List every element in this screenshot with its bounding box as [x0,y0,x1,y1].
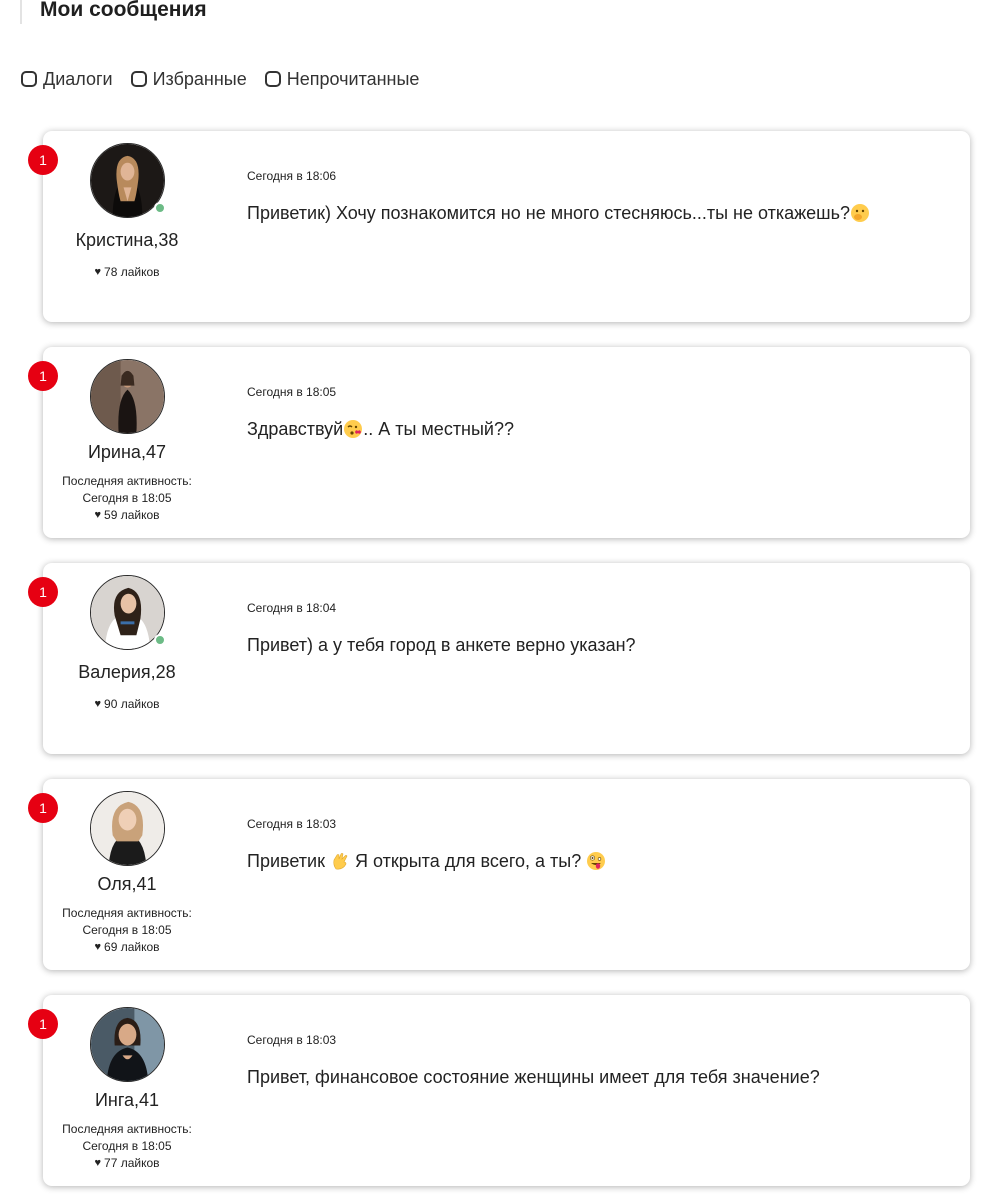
message-timestamp: Сегодня в 18:05 [247,385,337,399]
message-text: Приветик) Хочу познакомится но не много … [247,203,850,223]
message-preview: Приветик) Хочу познакомится но не много … [247,203,870,224]
heart-icon: ♥ [94,941,102,953]
unread-checkbox[interactable] [264,71,281,87]
filter-label: Диалоги [43,68,113,89]
sender-profile: Инга,41 Последняя активность: Сегодня в … [43,995,211,1172]
message-timestamp: Сегодня в 18:03 [247,1033,337,1047]
likes-count: ♥ 90 лайков [43,696,211,713]
likes-count: ♥ 78 лайков [43,264,211,281]
message-text: Здравствуй [247,419,344,439]
message-preview: Привет, финансовое состояние женщины име… [247,1067,820,1088]
filter-unread[interactable]: Непрочитанные [264,68,420,90]
sender-name-age[interactable]: Кристина,38 [43,230,211,251]
sender-name: Кристина [75,230,154,250]
page-title: Мои сообщения [40,0,207,21]
sender-name-age[interactable]: Оля,41 [43,874,211,895]
favorites-checkbox[interactable] [130,71,147,87]
sender-age: 41 [136,874,157,894]
conversation-card[interactable]: 1 Оля,41 Последняя активность: Сегодня в… [28,779,970,970]
message-preview: Привет) а у тебя город в анкете верно ук… [247,635,636,656]
message-timestamp: Сегодня в 18:06 [247,169,337,183]
last-activity-label: Последняя активность: [62,906,192,920]
likes-label: 78 лайков [104,265,160,279]
filter-label: Непрочитанные [286,68,420,89]
sender-name-age[interactable]: Валерия,28 [43,662,211,683]
likes-count: ♥ 77 лайков [43,1155,211,1172]
sender-age: 38 [158,230,179,250]
dialogs-checkbox[interactable] [21,71,37,87]
likes-count: ♥ 59 лайков [43,507,211,524]
conversation-card[interactable]: 1 Ирина,47 Последняя активность: Сегодня… [28,347,970,538]
sender-age: 47 [145,442,166,462]
last-activity-time: Сегодня в 18:05 [82,923,172,937]
face-blowing-kiss-icon [344,420,363,438]
waving-hand-icon [333,853,348,870]
likes-label: 90 лайков [104,697,160,711]
likes-label: 59 лайков [104,508,160,522]
last-activity-time: Сегодня в 18:05 [82,1139,172,1153]
avatar[interactable] [89,359,165,434]
zany-face-icon [587,852,606,870]
sender-profile: Валерия,28 ♥ 90 лайков [43,563,211,713]
face-with-hand-over-mouth-icon [851,204,869,222]
last-activity: Последняя активность: Сегодня в 18:05 [43,905,211,939]
likes-label: 69 лайков [104,940,160,954]
sender-name: Ирина [87,442,141,462]
message-text: Я открыта для всего, а ты? [354,851,582,871]
sender-name-age[interactable]: Инга,41 [43,1090,211,1111]
message-text: Привет, финансовое состояние женщины име… [247,1067,820,1087]
avatar-photo [90,144,164,217]
message-text: Привет) а у тебя город в анкете верно ук… [247,635,636,655]
heart-icon: ♥ [94,266,102,278]
sender-name: Инга [94,1090,134,1110]
sender-age: 41 [139,1090,160,1110]
sender-age: 28 [155,662,176,682]
sender-profile: Кристина,38 ♥ 78 лайков [43,131,211,281]
heart-icon: ♥ [94,698,102,710]
filter-dialogs[interactable]: Диалоги [21,69,113,90]
sender-name: Валерия [78,662,151,682]
conversation-card[interactable]: 1 Кристина,38 ♥ 78 лайков Сегодня в 18:0… [28,131,970,322]
heart-icon: ♥ [94,509,102,521]
likes-count: ♥ 69 лайков [43,939,211,956]
conversation-card[interactable]: 1 Валерия,28 ♥ 90 лайков Сегодня в 18:04… [28,563,970,754]
sender-profile: Ирина,47 Последняя активность: Сегодня в… [43,347,211,524]
avatar[interactable] [89,1007,165,1082]
sender-name: Оля [97,874,132,894]
last-activity-label: Последняя активность: [62,1122,192,1136]
message-timestamp: Сегодня в 18:03 [247,817,337,831]
avatar[interactable] [89,791,165,866]
conversation-card[interactable]: 1 Инга,41 Последняя активность: Сегодня … [28,995,970,1186]
filter-favorites[interactable]: Избранные [130,68,247,90]
message-preview: Приветик Я открыта для всего, а ты? [247,851,606,872]
title-divider [20,0,22,24]
last-activity: Последняя активность: Сегодня в 18:05 [43,473,211,507]
avatar[interactable] [89,575,166,650]
message-timestamp: Сегодня в 18:04 [247,601,337,615]
message-filters: Диалоги Избранные Непрочитанные [21,67,437,91]
avatar-photo [90,792,164,865]
online-indicator [153,634,166,646]
last-activity: Последняя активность: Сегодня в 18:05 [43,1121,211,1155]
likes-label: 77 лайков [104,1156,160,1170]
sender-profile: Оля,41 Последняя активность: Сегодня в 1… [43,779,211,956]
message-text: Приветик [247,851,325,871]
avatar[interactable] [89,143,166,218]
last-activity-label: Последняя активность: [62,474,192,488]
avatar-photo [90,360,164,433]
avatar-photo [90,1008,164,1081]
avatar-photo [90,576,164,649]
heart-icon: ♥ [94,1157,102,1169]
message-preview: Здравствуй .. А ты местный?? [247,419,514,440]
last-activity-time: Сегодня в 18:05 [82,491,172,505]
online-indicator [153,202,166,214]
filter-label: Избранные [152,68,247,89]
sender-name-age[interactable]: Ирина,47 [43,442,211,463]
message-text: .. А ты местный?? [363,419,515,439]
